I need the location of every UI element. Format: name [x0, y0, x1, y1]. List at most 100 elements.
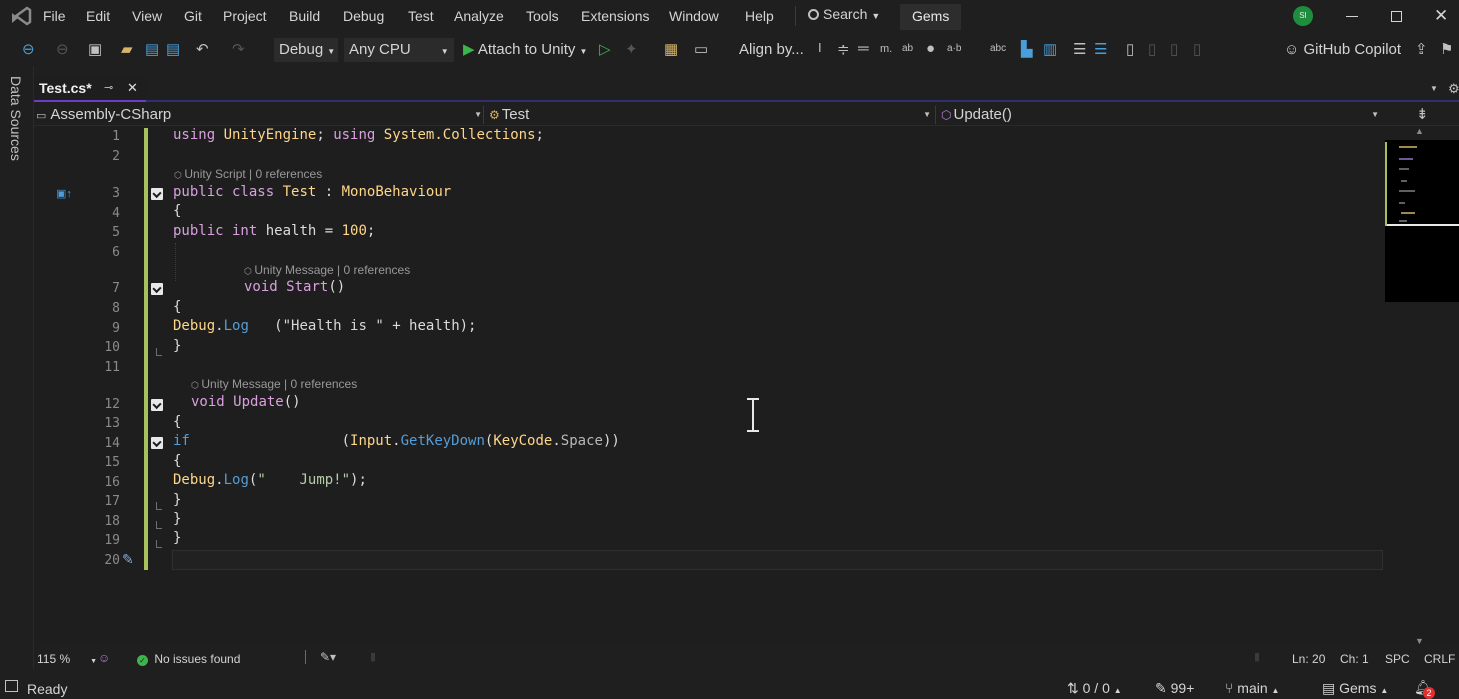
line-indicator[interactable]: Ln: 20 [1292, 652, 1325, 666]
type-dropdown[interactable]: ⚙ Test ▼ [489, 106, 931, 123]
spell-check-icon[interactable]: abc [990, 43, 1006, 54]
prev-bookmark-icon[interactable]: ▯ [1148, 40, 1156, 58]
search-button[interactable]: Search ▼ [808, 6, 880, 26]
column-indicator[interactable]: Ch: 1 [1340, 652, 1369, 666]
quick-actions-icon[interactable]: ✎ [122, 551, 134, 568]
forward-icon[interactable]: ⊖ [56, 40, 69, 58]
start-without-debugging-icon[interactable]: ▷ [599, 40, 611, 58]
undo-icon[interactable]: ↶ [196, 40, 209, 58]
unity-class-icon[interactable]: ▣↑ [56, 187, 72, 200]
notifications-button[interactable]: 🔔︎ 2 [1414, 679, 1435, 699]
sync-indicator[interactable]: ⇅ 0 / 0 ▲ [1067, 680, 1122, 697]
new-project-icon[interactable]: ▣ [88, 40, 102, 58]
repository-indicator[interactable]: ▤ Gems ▲ [1322, 680, 1388, 697]
zoom-dropdown[interactable]: 115 % ▼ [37, 652, 97, 666]
play-icon: ▶ [463, 41, 475, 58]
token: ; [366, 223, 376, 239]
tab-list-dropdown-icon[interactable]: ▼ [1430, 84, 1438, 93]
menu-window[interactable]: Window [669, 8, 719, 24]
clear-bookmarks-icon[interactable]: ▯ [1193, 40, 1201, 58]
platform-dropdown[interactable]: Any CPU ▼ [344, 38, 454, 62]
menu-project[interactable]: Project [223, 8, 267, 24]
open-folder-icon[interactable]: ▰ [121, 40, 133, 58]
outdent-icon[interactable]: ☰ [1073, 40, 1086, 58]
align-m-icon[interactable]: m. [880, 43, 892, 55]
configuration-dropdown[interactable]: Debug ▼ [274, 38, 338, 62]
solution-explorer-icon[interactable]: ▦ [664, 40, 678, 58]
menu-tools[interactable]: Tools [526, 8, 559, 24]
save-all-icon[interactable]: ▤ [166, 40, 180, 58]
align-center-icon[interactable]: ≑ [837, 40, 850, 58]
fold-toggle[interactable] [151, 188, 163, 200]
class-icon: ⚙ [489, 108, 500, 122]
minimize-button[interactable] [1346, 16, 1358, 17]
minimap-code-line [1399, 202, 1405, 204]
align-dot-icon[interactable]: ● [926, 40, 935, 57]
minimap-viewport[interactable] [1385, 140, 1459, 226]
fold-toggle[interactable] [151, 283, 163, 295]
gear-icon[interactable]: ⚙ [1448, 81, 1459, 97]
code-lens-class[interactable]: ⬡ Unity Script | 0 references [174, 167, 322, 181]
project-dropdown[interactable]: ▭ Assembly-CSharp ▼ [36, 106, 482, 123]
align-by-button[interactable]: Align by... [739, 41, 804, 58]
menu-build[interactable]: Build [289, 8, 320, 24]
text-cursor-icon[interactable]: I [818, 40, 822, 55]
branch-indicator[interactable]: ⑂ main ▲ [1225, 680, 1279, 696]
data-sources-tab[interactable]: Data Sources [8, 76, 24, 161]
line-ending-indicator[interactable]: CRLF [1424, 652, 1455, 666]
menu-test[interactable]: Test [408, 8, 434, 24]
feedback-icon[interactable]: ⚑ [1440, 40, 1453, 58]
back-icon[interactable]: ⊖ [22, 40, 35, 58]
whitespace-indicator[interactable]: SPC [1385, 652, 1410, 666]
github-copilot-button[interactable]: ☺ GitHub Copilot [1284, 41, 1401, 58]
align-ab-icon[interactable]: ab [902, 43, 913, 54]
align-a-b-icon[interactable]: a·b [947, 43, 961, 54]
close-icon[interactable]: ✕ [127, 80, 138, 96]
pin-icon[interactable]: ⊸ [104, 81, 113, 94]
save-icon[interactable]: ▤ [145, 40, 159, 58]
indent-icon[interactable]: ☰ [1094, 40, 1107, 58]
account-avatar[interactable]: SI [1293, 6, 1313, 26]
menu-edit[interactable]: Edit [86, 8, 110, 24]
account-initials: SI [1299, 11, 1307, 20]
window-layout-icon[interactable]: ▭ [694, 40, 708, 58]
code-lens-start[interactable]: ⬡ Unity Message | 0 references [244, 263, 410, 277]
solution-name-badge[interactable]: Gems [900, 4, 962, 30]
fold-toggle[interactable] [151, 399, 163, 411]
menu-analyze[interactable]: Analyze [454, 8, 504, 24]
bookmark-icon[interactable]: ▯ [1126, 40, 1134, 58]
output-icon[interactable] [5, 680, 18, 692]
tab-test-cs[interactable]: Test.cs* ⊸ ✕ [34, 76, 146, 102]
unity-icon: ⬡ [191, 380, 202, 390]
uncomment-icon[interactable]: ▥ [1043, 40, 1057, 58]
align-equals-icon[interactable]: ═ [858, 40, 869, 57]
split-editor-icon[interactable]: ⇟ [1416, 105, 1429, 123]
menu-extensions[interactable]: Extensions [581, 8, 649, 24]
share-icon[interactable]: ⇪ [1415, 40, 1428, 58]
attach-to-unity-button[interactable]: ▶ Attach to Unity ▼ [463, 40, 587, 58]
fold-toggle[interactable] [151, 437, 163, 449]
comment-icon[interactable]: ▙ [1021, 40, 1033, 58]
scroll-down-icon[interactable]: ▼ [1415, 636, 1424, 646]
menu-debug[interactable]: Debug [343, 8, 384, 24]
pending-changes-indicator[interactable]: ✎ 99+ [1155, 680, 1194, 697]
maximize-button[interactable] [1391, 11, 1402, 22]
scroll-up-icon[interactable]: ▲ [1415, 126, 1424, 136]
menu-git[interactable]: Git [184, 8, 202, 24]
issues-indicator[interactable]: ✓ No issues found [137, 652, 240, 666]
code-lens-update[interactable]: ⬡ Unity Message | 0 references [191, 377, 357, 391]
minimap-preview[interactable] [1385, 140, 1459, 302]
vertical-scrollbar-minimap[interactable]: ▲ ▼ [1383, 126, 1459, 646]
menu-file[interactable]: File [43, 8, 66, 24]
visual-studio-logo-icon[interactable] [10, 6, 32, 29]
close-window-button[interactable]: ✕ [1434, 6, 1448, 26]
member-dropdown[interactable]: ⬡ Update() ▼ [941, 106, 1379, 123]
next-bookmark-icon[interactable]: ▯ [1170, 40, 1178, 58]
copilot-status-icon[interactable]: ☺ [98, 651, 110, 665]
redo-icon[interactable]: ↷ [232, 40, 245, 58]
code-editor[interactable]: 1 2 3 4 5 6 7 8 9 10 11 12 13 14 15 16 1… [34, 126, 1383, 646]
menu-help[interactable]: Help [745, 8, 774, 24]
code-cleanup-icon[interactable]: ✎▾ [320, 650, 336, 664]
menu-view[interactable]: View [132, 8, 162, 24]
hot-reload-icon[interactable]: ✦ [625, 40, 638, 58]
